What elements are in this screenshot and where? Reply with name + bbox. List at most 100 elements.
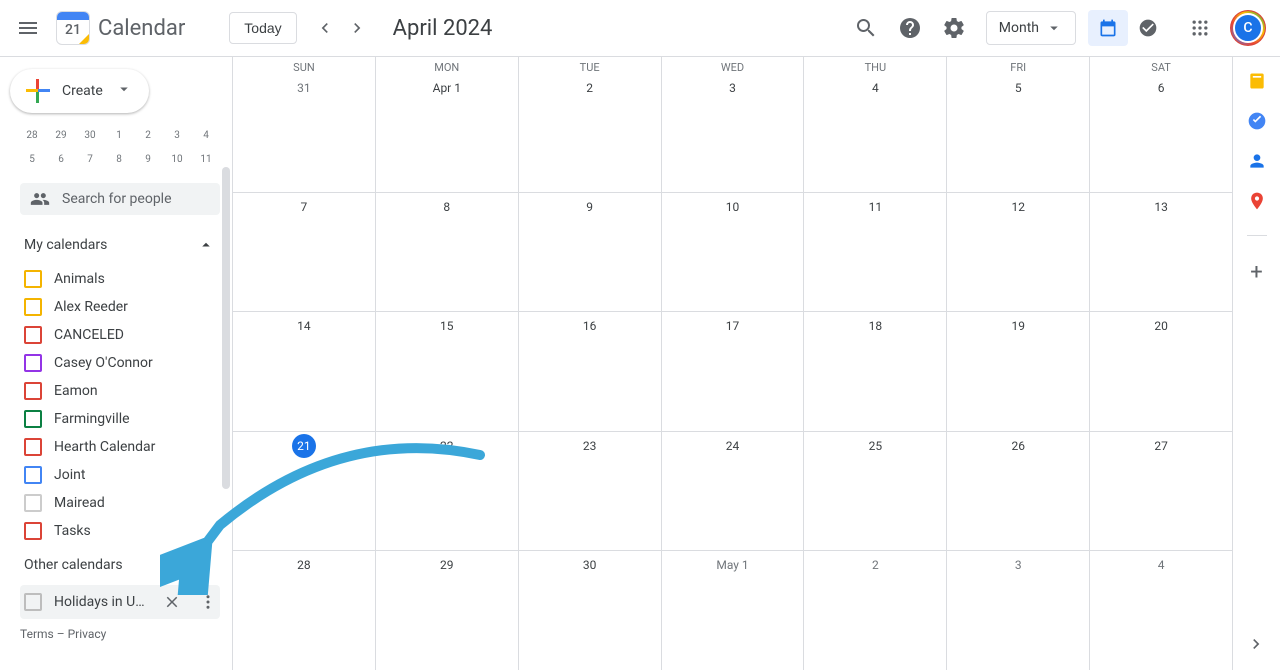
sidebar-scrollbar[interactable] — [220, 167, 232, 662]
main-menu-button[interactable] — [8, 8, 48, 48]
calendar-checkbox[interactable] — [24, 354, 42, 372]
mini-cal-day[interactable]: 28 — [20, 123, 44, 147]
add-other-calendar-button[interactable] — [166, 553, 190, 577]
mini-cal-day[interactable]: 7 — [78, 147, 102, 171]
day-cell[interactable]: 22 — [376, 432, 519, 551]
day-cell[interactable]: 14 — [233, 312, 376, 431]
mini-cal-day[interactable]: 8 — [107, 147, 131, 171]
day-cell[interactable]: Apr 1 — [376, 74, 519, 193]
calendar-checkbox[interactable] — [24, 270, 42, 288]
day-cell[interactable]: 15 — [376, 312, 519, 431]
calendar-item[interactable]: CANCELED — [20, 321, 220, 349]
calendar-item[interactable]: Joint — [20, 461, 220, 489]
day-cell[interactable]: 4 — [804, 74, 947, 193]
calendar-checkbox[interactable] — [24, 382, 42, 400]
mini-cal-day[interactable]: 5 — [20, 147, 44, 171]
my-calendars-header[interactable]: My calendars — [0, 225, 232, 265]
calendar-checkbox[interactable] — [24, 466, 42, 484]
day-cell[interactable]: 25 — [804, 432, 947, 551]
day-cell[interactable]: 5 — [947, 74, 1090, 193]
day-cell[interactable]: 23 — [519, 432, 662, 551]
mini-cal-day[interactable]: 3 — [165, 123, 189, 147]
prev-month-button[interactable] — [309, 12, 341, 44]
mini-cal-day[interactable]: 6 — [49, 147, 73, 171]
calendar-item[interactable]: Tasks — [20, 517, 220, 545]
day-cell[interactable]: 20 — [1090, 312, 1232, 431]
terms-link[interactable]: Terms — [20, 627, 54, 641]
calendar-logo[interactable]: Calendar — [56, 11, 185, 45]
settings-button[interactable] — [934, 8, 974, 48]
day-cell[interactable]: 26 — [947, 432, 1090, 551]
tasks-icon[interactable] — [1247, 111, 1267, 131]
calendar-item[interactable]: Hearth Calendar — [20, 433, 220, 461]
other-calendars-header[interactable]: Other calendars — [0, 545, 232, 585]
account-avatar[interactable]: C — [1232, 12, 1264, 44]
day-cell[interactable]: 11 — [804, 193, 947, 312]
calendar-checkbox[interactable] — [24, 593, 42, 611]
day-cell[interactable]: 30 — [519, 551, 662, 670]
search-people-input[interactable]: Search for people — [20, 183, 220, 215]
day-cell[interactable]: 2 — [519, 74, 662, 193]
day-cell[interactable]: 24 — [662, 432, 805, 551]
calendar-checkbox[interactable] — [24, 494, 42, 512]
maps-icon[interactable] — [1247, 191, 1267, 211]
privacy-link[interactable]: Privacy — [68, 627, 107, 641]
calendar-checkbox[interactable] — [24, 298, 42, 316]
create-button[interactable]: Create — [10, 69, 149, 113]
search-button[interactable] — [846, 8, 886, 48]
mini-cal-day[interactable]: 10 — [165, 147, 189, 171]
mini-cal-day[interactable]: 2 — [136, 123, 160, 147]
day-cell[interactable]: 10 — [662, 193, 805, 312]
day-cell[interactable]: 27 — [1090, 432, 1232, 551]
contacts-icon[interactable] — [1247, 151, 1267, 171]
tasks-view-toggle[interactable] — [1128, 10, 1168, 46]
day-cell[interactable]: 21 — [233, 432, 376, 551]
day-cell[interactable]: 31 — [233, 74, 376, 193]
remove-calendar-button[interactable] — [160, 590, 184, 614]
mini-cal-day[interactable]: 1 — [107, 123, 131, 147]
day-cell[interactable]: 17 — [662, 312, 805, 431]
day-cell[interactable]: 4 — [1090, 551, 1232, 670]
mini-cal-day[interactable]: 4 — [194, 123, 218, 147]
calendar-item[interactable]: Animals — [20, 265, 220, 293]
calendar-item[interactable]: Casey O'Connor — [20, 349, 220, 377]
keep-icon[interactable] — [1247, 71, 1267, 91]
hide-side-panel-button[interactable] — [1246, 634, 1266, 658]
calendar-item[interactable]: Eamon — [20, 377, 220, 405]
google-apps-button[interactable] — [1180, 8, 1220, 48]
view-selector[interactable]: Month — [986, 11, 1076, 45]
calendar-view-toggle[interactable] — [1088, 10, 1128, 46]
calendar-checkbox[interactable] — [24, 438, 42, 456]
calendar-item[interactable]: Mairead — [20, 489, 220, 517]
calendar-options-button[interactable] — [196, 590, 220, 614]
day-cell[interactable]: 19 — [947, 312, 1090, 431]
day-cell[interactable]: 29 — [376, 551, 519, 670]
calendar-checkbox[interactable] — [24, 522, 42, 540]
day-cell[interactable]: 12 — [947, 193, 1090, 312]
day-cell[interactable]: 6 — [1090, 74, 1232, 193]
support-button[interactable] — [890, 8, 930, 48]
calendar-item[interactable]: Holidays in Unit… — [20, 585, 220, 619]
day-cell[interactable]: 13 — [1090, 193, 1232, 312]
mini-cal-day[interactable]: 30 — [78, 123, 102, 147]
day-cell[interactable]: 28 — [233, 551, 376, 670]
day-cell[interactable]: 3 — [947, 551, 1090, 670]
calendar-checkbox[interactable] — [24, 326, 42, 344]
day-cell[interactable]: 3 — [662, 74, 805, 193]
day-cell[interactable]: May 1 — [662, 551, 805, 670]
day-cell[interactable]: 16 — [519, 312, 662, 431]
calendar-checkbox[interactable] — [24, 410, 42, 428]
day-cell[interactable]: 2 — [804, 551, 947, 670]
get-addons-button[interactable]: + — [1250, 260, 1262, 285]
calendar-item[interactable]: Farmingville — [20, 405, 220, 433]
today-button[interactable]: Today — [229, 12, 296, 44]
day-cell[interactable]: 18 — [804, 312, 947, 431]
mini-cal-day[interactable]: 29 — [49, 123, 73, 147]
day-cell[interactable]: 7 — [233, 193, 376, 312]
mini-cal-day[interactable]: 11 — [194, 147, 218, 171]
mini-cal-day[interactable]: 9 — [136, 147, 160, 171]
mini-calendar[interactable]: 2829301234 567891011 — [0, 123, 232, 177]
next-month-button[interactable] — [341, 12, 373, 44]
calendar-item[interactable]: Alex Reeder — [20, 293, 220, 321]
day-cell[interactable]: 8 — [376, 193, 519, 312]
